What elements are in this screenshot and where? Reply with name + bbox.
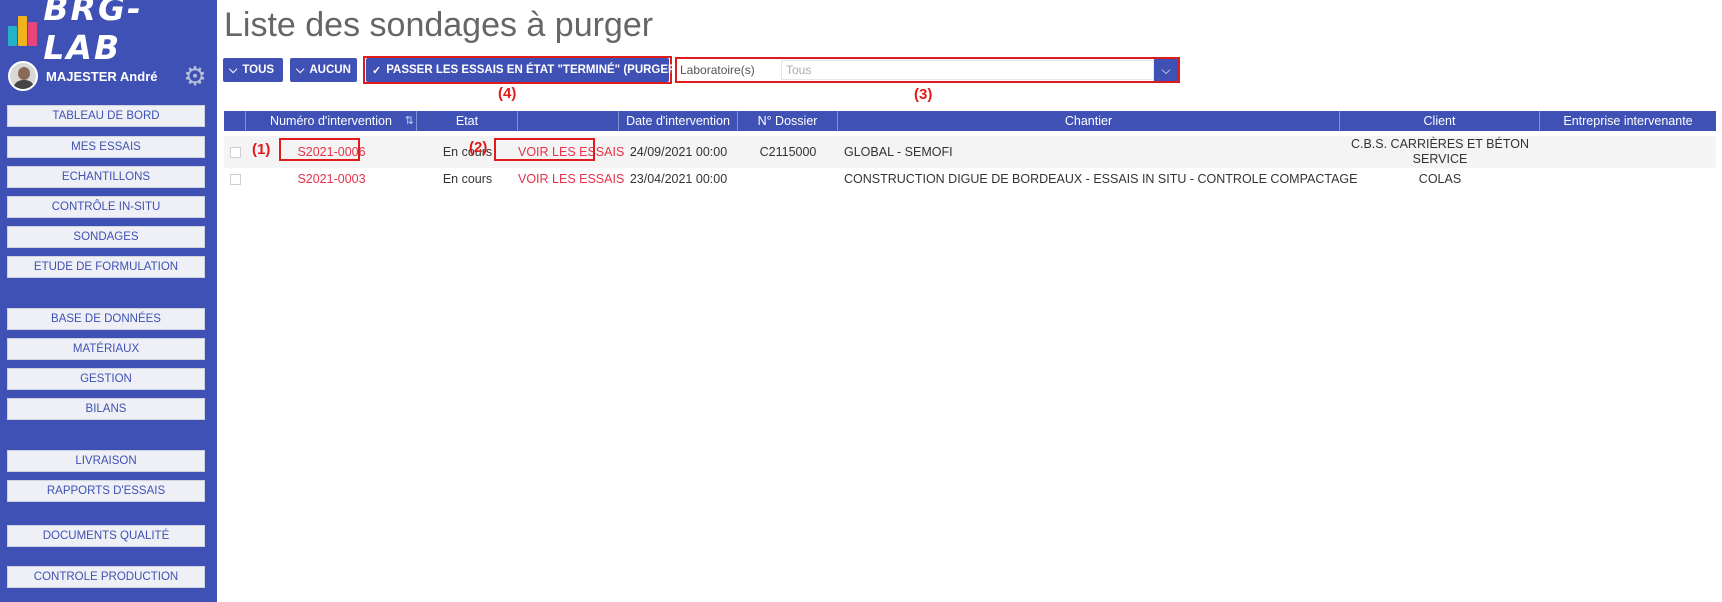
client-line: C.B.S. CARRIÈRES ET BÉTON: [1350, 137, 1530, 151]
nav-gestion[interactable]: GESTION: [7, 368, 205, 390]
header-numero-label: Numéro d'intervention: [270, 114, 392, 128]
annotation-3: (3): [914, 86, 933, 103]
purge-label: PASSER LES ESSAIS EN ÉTAT "TERMINÉ" (PUR…: [386, 64, 681, 76]
chevron-down-icon[interactable]: ⌵: [1154, 59, 1178, 81]
row-checkbox[interactable]: [229, 146, 241, 158]
nav-mes-essais[interactable]: MES ESSAIS: [7, 136, 205, 158]
header-action: [518, 111, 619, 131]
header-etat[interactable]: Etat: [417, 111, 518, 131]
nav-documents-qualite[interactable]: DOCUMENTS QUALITÉ: [7, 525, 205, 547]
annotation-4: (4): [498, 85, 517, 102]
client-line: SERVICE: [1412, 152, 1468, 166]
page-title: Liste des sondages à purger: [224, 6, 654, 44]
header-date[interactable]: Date d'intervention: [619, 111, 738, 131]
dossier-cell: C2115000: [759, 145, 817, 159]
date-cell: 24/09/2021 00:00: [629, 145, 728, 159]
nav-livraison[interactable]: LIVRAISON: [7, 450, 205, 472]
nav-materiaux[interactable]: MATÉRIAUX: [7, 338, 205, 360]
client-cell: C.B.S. CARRIÈRES ET BÉTON SERVICE: [1340, 137, 1540, 167]
nav-bilans[interactable]: BILANS: [7, 398, 205, 420]
gear-icon[interactable]: ⚙: [182, 63, 208, 89]
user-name: MAJESTER André: [46, 68, 158, 84]
nav-tableau-de-bord[interactable]: TABLEAU DE BORD: [7, 105, 205, 127]
sort-icon[interactable]: ⇅: [405, 111, 414, 131]
app: BRG-LAB MAJESTER André ⚙ TABLEAU DE BORD…: [0, 0, 1722, 602]
view-tests-link[interactable]: VOIR LES ESSAIS: [518, 172, 624, 186]
table-row: S2021-0006 En cours VOIR LES ESSAIS 24/0…: [224, 136, 1716, 168]
header-select: [224, 111, 246, 131]
select-none-button[interactable]: ⌵ AUCUN: [290, 58, 357, 82]
sidebar: BRG-LAB MAJESTER André ⚙ TABLEAU DE BORD…: [0, 0, 217, 602]
logo-text: BRG-LAB: [43, 0, 143, 67]
annotation-1: (1): [252, 141, 271, 158]
header-client[interactable]: Client: [1340, 111, 1540, 131]
nav-etude-de-formulation[interactable]: ETUDE DE FORMULATION: [7, 256, 205, 278]
annotation-box-2: [494, 138, 595, 161]
laboratory-select[interactable]: Laboratoire(s) Tous ⌵: [675, 57, 1180, 83]
etat-cell: En cours: [442, 172, 493, 186]
chantier-cell: GLOBAL - SEMOFI: [844, 145, 953, 159]
avatar[interactable]: [8, 61, 38, 91]
check-icon: ✓: [372, 64, 382, 77]
logo-icon: [8, 10, 39, 46]
nav-controle-in-situ[interactable]: CONTRÔLE IN-SITU: [7, 196, 205, 218]
header-chantier[interactable]: Chantier: [838, 111, 1340, 131]
laboratory-label: Laboratoire(s): [680, 63, 755, 77]
header-entreprise[interactable]: Entreprise intervenante: [1540, 111, 1716, 131]
purge-button[interactable]: ✓ PASSER LES ESSAIS EN ÉTAT "TERMINÉ" (P…: [366, 58, 680, 82]
annotation-box-1: [279, 138, 360, 161]
logo[interactable]: BRG-LAB: [8, 0, 217, 67]
user-panel: MAJESTER André ⚙: [8, 60, 208, 92]
nav-controle-production[interactable]: CONTROLE PRODUCTION: [7, 566, 205, 588]
nav-base-de-donnees[interactable]: BASE DE DONNÉES: [7, 308, 205, 330]
client-cell: COLAS: [1418, 172, 1462, 186]
chantier-cell: CONSTRUCTION DIGUE DE BORDEAUX - ESSAIS …: [844, 172, 1358, 186]
header-dossier[interactable]: N° Dossier: [738, 111, 838, 131]
nav-echantillons[interactable]: ECHANTILLONS: [7, 166, 205, 188]
select-all-label: TOUS: [242, 64, 275, 76]
chevron-down-icon: ⌵: [229, 63, 238, 76]
intervention-link[interactable]: S2021-0003: [297, 172, 365, 186]
select-none-label: AUCUN: [309, 64, 351, 76]
row-checkbox[interactable]: [229, 173, 241, 185]
laboratory-value[interactable]: Tous: [781, 60, 1154, 80]
annotation-2: (2): [469, 139, 488, 156]
select-all-button[interactable]: ⌵ TOUS: [223, 58, 283, 82]
nav-rapports-d-essais[interactable]: RAPPORTS D'ESSAIS: [7, 480, 205, 502]
table-header: Numéro d'intervention ⇅ Etat Date d'inte…: [224, 111, 1716, 131]
nav-sondages[interactable]: SONDAGES: [7, 226, 205, 248]
chevron-down-icon: ⌵: [296, 63, 305, 76]
date-cell: 23/04/2021 00:00: [629, 172, 728, 186]
header-numero[interactable]: Numéro d'intervention ⇅: [246, 111, 417, 131]
table-row: S2021-0003 En cours VOIR LES ESSAIS 23/0…: [224, 170, 1716, 188]
